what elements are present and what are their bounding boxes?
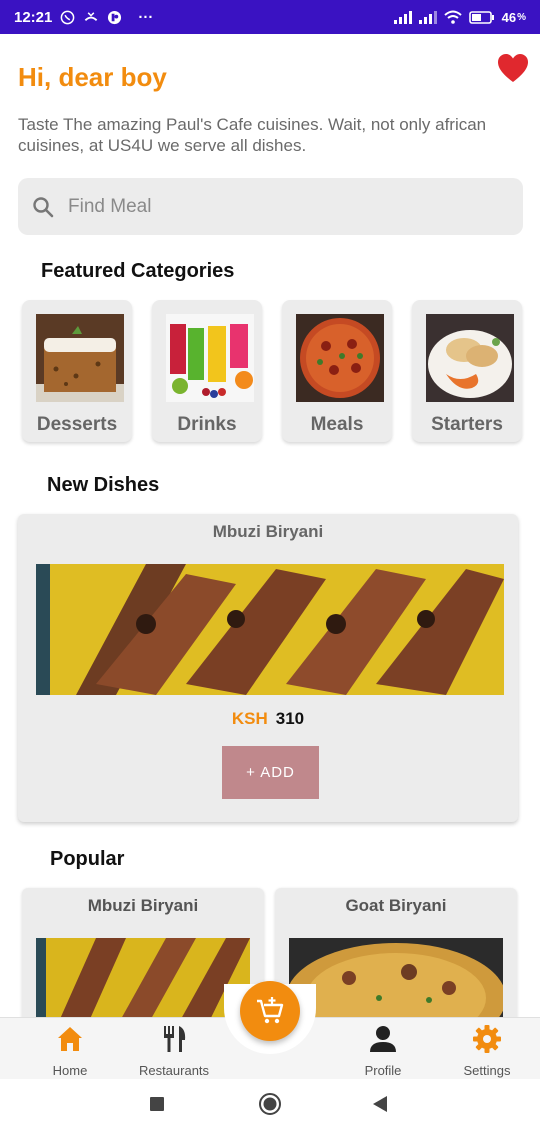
missed-call-icon [85, 11, 98, 21]
back-icon[interactable] [373, 1096, 387, 1112]
recents-icon[interactable] [150, 1097, 164, 1111]
person-icon [370, 1026, 396, 1052]
status-bar: 12:21 ··· 46% [0, 0, 540, 34]
nav-label-profile: Profile [364, 1063, 402, 1078]
popular-title: Popular [50, 848, 125, 870]
price-currency: KSH [231, 709, 268, 728]
signal-icon [393, 10, 412, 24]
favorites-heart-icon[interactable] [497, 53, 529, 83]
search-bar[interactable] [18, 178, 523, 235]
nav-label-home: Home [52, 1063, 88, 1078]
mbuzi-biryani-image [36, 564, 504, 695]
popular-dish-name: Mbuzi Biryani [87, 896, 199, 915]
status-time: 12:21 [14, 8, 53, 26]
category-card-meals[interactable]: Meals [282, 300, 392, 442]
search-input[interactable] [68, 195, 468, 218]
category-label: Meals [310, 414, 364, 435]
popular-mbuzi-biryani-image [36, 938, 250, 1028]
new-dishes-title: New Dishes [47, 474, 160, 496]
signal-2-icon [418, 10, 437, 24]
whatsapp-icon [61, 10, 75, 24]
nav-item-home[interactable]: Home [20, 1024, 120, 1078]
fork-knife-icon [164, 1026, 186, 1052]
category-label: Starters [431, 414, 503, 435]
gear-icon [473, 1025, 501, 1053]
drinks-image [166, 314, 254, 402]
category-label: Drinks [177, 414, 237, 435]
popular-dish-name: Goat Biryani [345, 896, 447, 915]
home-icon [58, 1027, 82, 1051]
more-notifications-icon: ··· [138, 8, 154, 26]
featured-categories-title: Featured Categories [41, 260, 235, 282]
greeting-title: Hi, dear boy [18, 62, 167, 92]
cart-fab-button[interactable] [240, 981, 300, 1041]
app-screen: 12:21 ··· 46% Hi, dear boy Taste The ama… [0, 0, 540, 1130]
desserts-image [36, 314, 124, 402]
battery-percent: 46 [501, 9, 517, 25]
nav-label-restaurants: Restaurants [138, 1063, 210, 1078]
popular-goat-biryani-image [289, 938, 503, 1028]
category-label: Desserts [36, 414, 118, 435]
category-card-drinks[interactable]: Drinks [152, 300, 262, 442]
nav-label-settings: Settings [463, 1063, 511, 1078]
nav-item-settings[interactable]: Settings [437, 1024, 537, 1078]
wifi-icon [443, 10, 462, 24]
system-navigation-bar [0, 1079, 540, 1130]
welcome-subtitle: Taste The amazing Paul's Cafe cuisines. … [18, 115, 487, 155]
meals-image [296, 314, 384, 402]
add-to-cart-button[interactable]: + ADD [222, 746, 319, 799]
add-to-cart-icon [257, 997, 284, 1024]
search-icon [33, 196, 54, 217]
dish-name: Mbuzi Biryani [212, 522, 324, 541]
app-notification-icon [108, 10, 122, 24]
nav-item-restaurants[interactable]: Restaurants [124, 1024, 224, 1078]
price-row: KSH 310 [18, 709, 518, 729]
category-card-desserts[interactable]: Desserts [22, 300, 132, 442]
price-value: 310 [275, 709, 305, 728]
battery-icon [468, 10, 494, 24]
new-dish-card[interactable]: Mbuzi Biryani KSH 310 + ADD [18, 514, 518, 822]
home-system-icon[interactable] [259, 1093, 281, 1115]
nav-item-profile[interactable]: Profile [333, 1024, 433, 1078]
category-card-starters[interactable]: Starters [412, 300, 522, 442]
starters-image [426, 314, 514, 402]
